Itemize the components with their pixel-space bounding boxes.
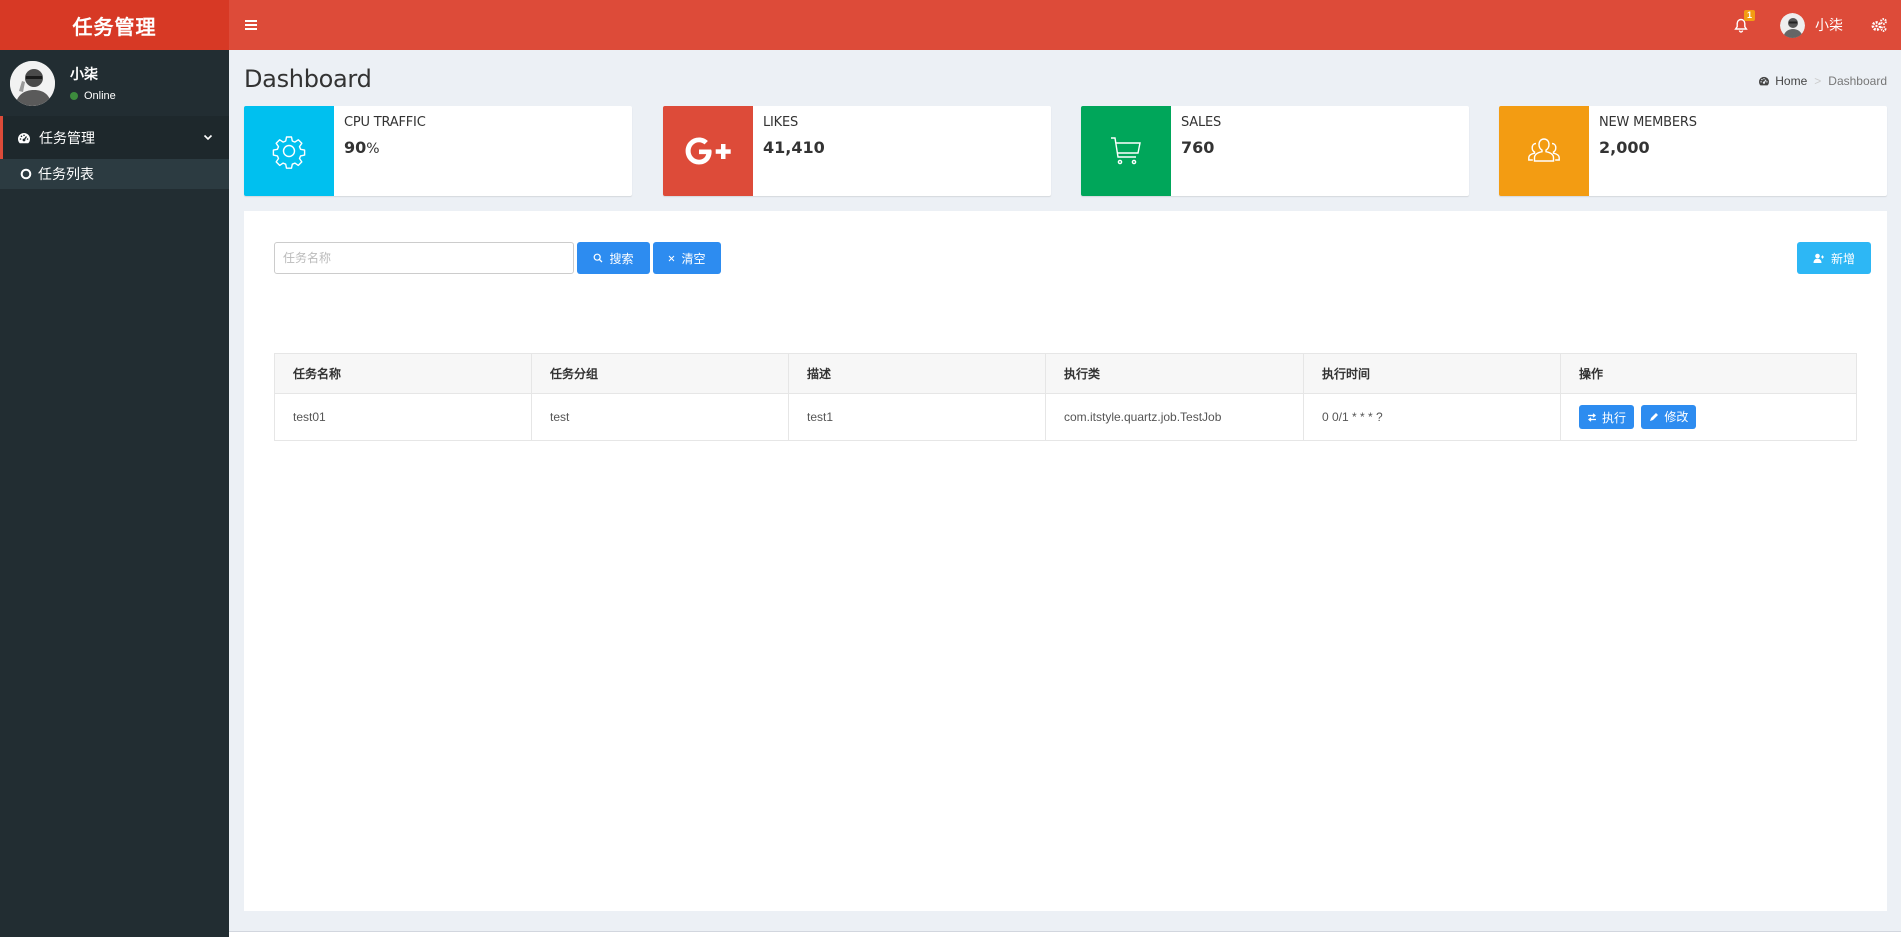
breadcrumb-current: Dashboard xyxy=(1828,74,1887,88)
cell-cron: 0 0/1 * * * ? xyxy=(1304,394,1561,441)
column-header-task-name[interactable]: 任务名称 xyxy=(275,354,532,394)
user-avatar-small xyxy=(1780,13,1805,38)
info-box-row: CPU TRAFFIC 90% LIKES 41,410 SALES 760 xyxy=(244,106,1887,196)
info-icon-bg xyxy=(1499,106,1589,196)
gears-icon xyxy=(1871,18,1887,32)
content-wrapper: Dashboard Home > Dashboard CPU TRAFFIC 9… xyxy=(229,50,1901,937)
clear-button-label: 清空 xyxy=(681,250,705,267)
info-box-sales: SALES 760 xyxy=(1081,106,1469,196)
table-header-row: 任务名称 任务分组 描述 执行类 执行时间 操作 xyxy=(275,354,1857,394)
info-label: SALES xyxy=(1181,115,1221,130)
search-icon xyxy=(593,253,603,263)
user-status-text: Online xyxy=(84,90,116,102)
cell-job-class: com.itstyle.quartz.job.TestJob xyxy=(1046,394,1304,441)
search-button[interactable]: 搜索 xyxy=(577,242,650,274)
breadcrumb-home-label: Home xyxy=(1775,74,1807,88)
hamburger-icon xyxy=(245,20,257,30)
sidebar: 小柒 Online 任务管理 任务列表 xyxy=(0,50,229,937)
task-name-search-input[interactable] xyxy=(274,242,574,274)
clear-button[interactable]: 清空 xyxy=(653,242,721,274)
task-table: 任务名称 任务分组 描述 执行类 执行时间 操作 test01 test tes… xyxy=(274,353,1857,441)
sidebar-item-task-management[interactable]: 任务管理 xyxy=(0,116,229,159)
info-label: LIKES xyxy=(763,115,825,130)
breadcrumb-separator: > xyxy=(1814,74,1821,88)
run-task-button[interactable]: 执行 xyxy=(1579,405,1634,429)
info-value: 760 xyxy=(1181,138,1221,157)
main-header: 任务管理 1 小柒 xyxy=(0,0,1901,50)
info-icon-bg xyxy=(663,106,753,196)
info-icon-bg xyxy=(244,106,334,196)
close-icon xyxy=(668,255,675,262)
user-avatar xyxy=(10,61,55,106)
info-value: 90% xyxy=(344,138,426,157)
app-logo[interactable]: 任务管理 xyxy=(0,0,229,50)
edit-button-label: 修改 xyxy=(1664,408,1688,425)
cell-actions: 执行 修改 xyxy=(1561,394,1857,441)
cell-description: test1 xyxy=(789,394,1046,441)
info-box-cpu-traffic: CPU TRAFFIC 90% xyxy=(244,106,632,196)
circle-icon xyxy=(20,168,32,180)
cell-task-name: test01 xyxy=(275,394,532,441)
add-task-button[interactable]: 新增 xyxy=(1797,242,1871,274)
sidebar-item-label: 任务管理 xyxy=(39,128,95,148)
info-content: LIKES 41,410 xyxy=(753,110,835,196)
content-header: Dashboard Home > Dashboard xyxy=(229,50,1901,106)
sidebar-toggle-button[interactable] xyxy=(229,0,273,50)
info-value: 2,000 xyxy=(1599,138,1697,157)
sidebar-user-name: 小柒 xyxy=(70,64,116,84)
navbar-right: 1 小柒 xyxy=(1718,0,1901,50)
info-box-likes: LIKES 41,410 xyxy=(663,106,1051,196)
task-list-panel: 搜索 清空 新增 任务名称 任务分组 描述 执行类 执行时间 操作 xyxy=(244,211,1887,911)
gear-icon xyxy=(271,133,307,169)
user-menu[interactable]: 小柒 xyxy=(1764,0,1857,50)
cart-icon xyxy=(1108,133,1144,169)
add-button-label: 新增 xyxy=(1831,250,1855,267)
table-row: test01 test test1 com.itstyle.quartz.job… xyxy=(275,394,1857,441)
column-header-description[interactable]: 描述 xyxy=(789,354,1046,394)
run-button-label: 执行 xyxy=(1602,409,1626,426)
info-box-new-members: NEW MEMBERS 2,000 xyxy=(1499,106,1887,196)
dashboard-icon xyxy=(1758,76,1770,86)
cell-task-group: test xyxy=(532,394,789,441)
add-user-icon xyxy=(1813,253,1825,263)
info-content: NEW MEMBERS 2,000 xyxy=(1589,110,1707,196)
search-button-label: 搜索 xyxy=(609,250,633,267)
column-header-cron[interactable]: 执行时间 xyxy=(1304,354,1561,394)
pencil-icon xyxy=(1649,412,1659,422)
edit-task-button[interactable]: 修改 xyxy=(1641,405,1696,429)
page-title: Dashboard xyxy=(244,65,1886,93)
chevron-down-icon xyxy=(203,134,213,141)
users-icon xyxy=(1524,136,1564,166)
column-header-job-class[interactable]: 执行类 xyxy=(1046,354,1304,394)
user-name: 小柒 xyxy=(1815,15,1843,35)
sidebar-item-task-list[interactable]: 任务列表 xyxy=(0,159,229,189)
user-status: Online xyxy=(70,90,116,102)
info-content: SALES 760 xyxy=(1171,110,1231,196)
breadcrumb: Home > Dashboard xyxy=(1758,74,1887,88)
user-info: 小柒 Online xyxy=(70,64,116,102)
sidebar-item-label: 任务列表 xyxy=(38,164,94,184)
column-header-actions: 操作 xyxy=(1561,354,1857,394)
info-label: NEW MEMBERS xyxy=(1599,115,1697,130)
google-plus-icon xyxy=(678,131,738,171)
info-value: 41,410 xyxy=(763,138,825,157)
info-label: CPU TRAFFIC xyxy=(344,115,426,130)
user-panel: 小柒 Online xyxy=(0,50,229,116)
control-sidebar-button[interactable] xyxy=(1857,0,1901,50)
main-footer xyxy=(229,931,1901,937)
exchange-icon xyxy=(1587,413,1597,422)
dashboard-icon xyxy=(17,132,31,144)
online-dot-icon xyxy=(70,92,78,100)
breadcrumb-home-link[interactable]: Home xyxy=(1758,74,1807,88)
info-icon-bg xyxy=(1081,106,1171,196)
notification-badge: 1 xyxy=(1744,10,1755,21)
info-content: CPU TRAFFIC 90% xyxy=(334,110,436,196)
top-navbar: 1 小柒 xyxy=(229,0,1901,50)
notifications-button[interactable]: 1 xyxy=(1718,0,1764,50)
column-header-task-group[interactable]: 任务分组 xyxy=(532,354,789,394)
